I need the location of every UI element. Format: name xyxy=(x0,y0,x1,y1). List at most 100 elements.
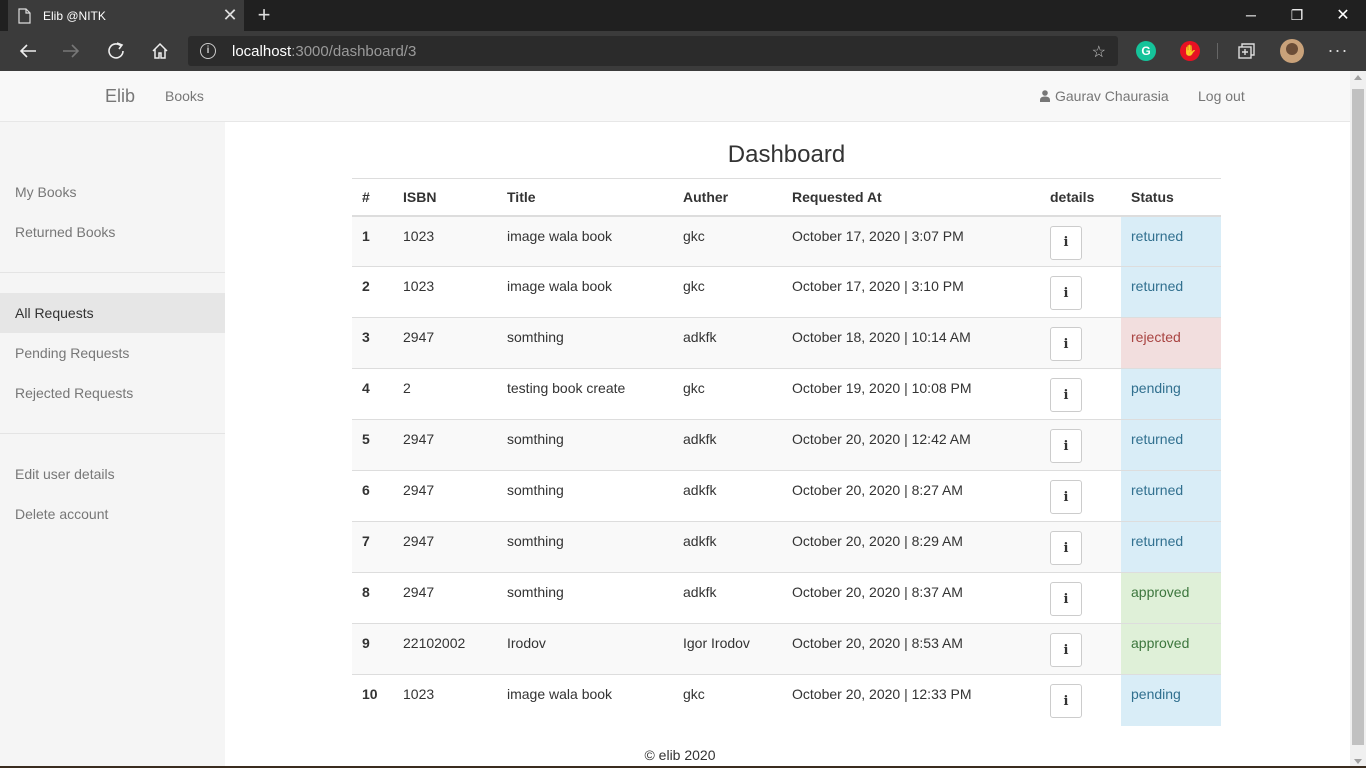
sidebar-divider xyxy=(0,433,225,434)
requested-at-cell: October 17, 2020 | 3:10 PM xyxy=(782,266,1040,318)
toolbar-divider xyxy=(1217,43,1218,59)
logout-link[interactable]: Log out xyxy=(1198,88,1245,104)
isbn-cell: 1023 xyxy=(393,215,497,267)
url-host: localhost xyxy=(232,42,292,60)
status-cell: approved xyxy=(1121,572,1221,624)
scroll-thumb[interactable] xyxy=(1352,89,1364,745)
scroll-down-arrow-icon[interactable] xyxy=(1354,759,1362,764)
page-icon xyxy=(18,7,31,24)
status-cell: returned xyxy=(1121,521,1221,573)
column-header-status: Status xyxy=(1121,178,1221,217)
forward-arrow-icon[interactable] xyxy=(56,36,86,66)
info-icon[interactable]: i xyxy=(200,43,216,59)
collections-icon[interactable] xyxy=(1236,41,1256,61)
row-number: 3 xyxy=(352,317,393,369)
requested-at-cell: October 20, 2020 | 8:29 AM xyxy=(782,521,1040,573)
sidebar-item-returned-books[interactable]: Returned Books xyxy=(0,212,225,252)
details-button[interactable]: i xyxy=(1050,531,1082,565)
sidebar-item-edit-user-details[interactable]: Edit user details xyxy=(0,454,225,494)
maximize-icon[interactable]: ❐ xyxy=(1274,0,1320,31)
table-row: 6 2947 somthing adkfk October 20, 2020 |… xyxy=(352,470,1221,522)
table-header-row: # ISBN Title Auther Requested At details… xyxy=(352,178,1221,217)
requested-at-cell: October 18, 2020 | 10:14 AM xyxy=(782,317,1040,369)
page-scrollbar[interactable] xyxy=(1350,71,1366,768)
row-number: 1 xyxy=(352,215,393,267)
page-title: Dashboard xyxy=(727,141,846,168)
more-icon[interactable]: ··· xyxy=(1326,39,1350,63)
column-header-title: Title xyxy=(497,178,673,217)
row-number: 7 xyxy=(352,521,393,573)
details-button[interactable]: i xyxy=(1050,276,1082,310)
sidebar-item-all-requests[interactable]: All Requests xyxy=(0,293,225,333)
status-cell: returned xyxy=(1121,266,1221,318)
grammarly-icon[interactable]: G xyxy=(1136,41,1156,61)
details-cell: i xyxy=(1040,317,1121,369)
table-row: 9 22102002 Irodov Igor Irodov October 20… xyxy=(352,623,1221,675)
details-button[interactable]: i xyxy=(1050,480,1082,514)
sidebar-item-delete-account[interactable]: Delete account xyxy=(0,494,225,534)
author-cell: adkfk xyxy=(673,419,782,471)
details-cell: i xyxy=(1040,215,1121,267)
plus-icon[interactable]: + xyxy=(252,2,276,28)
row-number: 6 xyxy=(352,470,393,522)
back-arrow-icon[interactable] xyxy=(13,36,43,66)
title-cell: somthing xyxy=(497,572,673,624)
books-link[interactable]: Books xyxy=(165,88,204,104)
table-row: 8 2947 somthing adkfk October 20, 2020 |… xyxy=(352,572,1221,624)
details-button[interactable]: i xyxy=(1050,633,1082,667)
sidebar-item-rejected-requests[interactable]: Rejected Requests xyxy=(0,373,225,413)
address-toolbar: i localhost:3000/dashboard/3 ☆ G ✋ ··· xyxy=(0,31,1366,71)
row-number: 2 xyxy=(352,266,393,318)
details-button[interactable]: i xyxy=(1050,378,1082,412)
user-link[interactable]: Gaurav Chaurasia xyxy=(1040,88,1169,104)
author-cell: gkc xyxy=(673,368,782,420)
isbn-cell: 2947 xyxy=(393,521,497,573)
author-cell: adkfk xyxy=(673,572,782,624)
sidebar-divider xyxy=(0,272,225,273)
title-cell: testing book create xyxy=(497,368,673,420)
author-cell: gkc xyxy=(673,266,782,318)
sidebar-item-my-books[interactable]: My Books xyxy=(0,172,225,212)
isbn-cell: 2947 xyxy=(393,317,497,369)
column-header-author: Auther xyxy=(673,178,782,217)
url-path: :3000/dashboard/3 xyxy=(291,42,417,60)
brand-link[interactable]: Elib xyxy=(105,86,135,107)
adblock-icon[interactable]: ✋ xyxy=(1180,41,1200,61)
profile-avatar[interactable] xyxy=(1280,39,1304,63)
title-cell: somthing xyxy=(497,521,673,573)
details-button[interactable]: i xyxy=(1050,327,1082,361)
status-cell: returned xyxy=(1121,419,1221,471)
tab-title: Elib @NITK xyxy=(43,8,106,23)
details-cell: i xyxy=(1040,368,1121,420)
scroll-up-arrow-icon[interactable] xyxy=(1354,75,1362,80)
details-button[interactable]: i xyxy=(1050,684,1082,718)
isbn-cell: 22102002 xyxy=(393,623,497,675)
table-row: 1 1023 image wala book gkc October 17, 2… xyxy=(352,215,1221,267)
browser-tab[interactable]: Elib @NITK ✕ xyxy=(8,0,244,31)
title-cell: somthing xyxy=(497,470,673,522)
sidebar-item-pending-requests[interactable]: Pending Requests xyxy=(0,333,225,373)
details-button[interactable]: i xyxy=(1050,225,1082,260)
close-icon[interactable]: ✕ xyxy=(216,5,244,26)
row-number: 5 xyxy=(352,419,393,471)
author-cell: adkfk xyxy=(673,521,782,573)
user-icon xyxy=(1040,90,1050,102)
details-button[interactable]: i xyxy=(1050,582,1082,616)
address-bar[interactable]: i localhost:3000/dashboard/3 ☆ xyxy=(188,36,1118,66)
title-cell: image wala book xyxy=(497,215,673,267)
title-cell: image wala book xyxy=(497,266,673,318)
status-cell: returned xyxy=(1121,470,1221,522)
details-button[interactable]: i xyxy=(1050,429,1082,463)
status-cell: returned xyxy=(1121,215,1221,267)
title-cell: somthing xyxy=(497,317,673,369)
requested-at-cell: October 20, 2020 | 12:42 AM xyxy=(782,419,1040,471)
table-row: 7 2947 somthing adkfk October 20, 2020 |… xyxy=(352,521,1221,573)
close-icon[interactable]: ✕ xyxy=(1320,0,1366,31)
details-cell: i xyxy=(1040,623,1121,675)
minimize-icon[interactable]: ─ xyxy=(1228,0,1274,31)
details-cell: i xyxy=(1040,419,1121,471)
refresh-icon[interactable] xyxy=(101,36,131,66)
home-icon[interactable] xyxy=(145,36,175,66)
requested-at-cell: October 20, 2020 | 12:33 PM xyxy=(782,674,1040,726)
star-icon[interactable]: ☆ xyxy=(1092,42,1106,62)
